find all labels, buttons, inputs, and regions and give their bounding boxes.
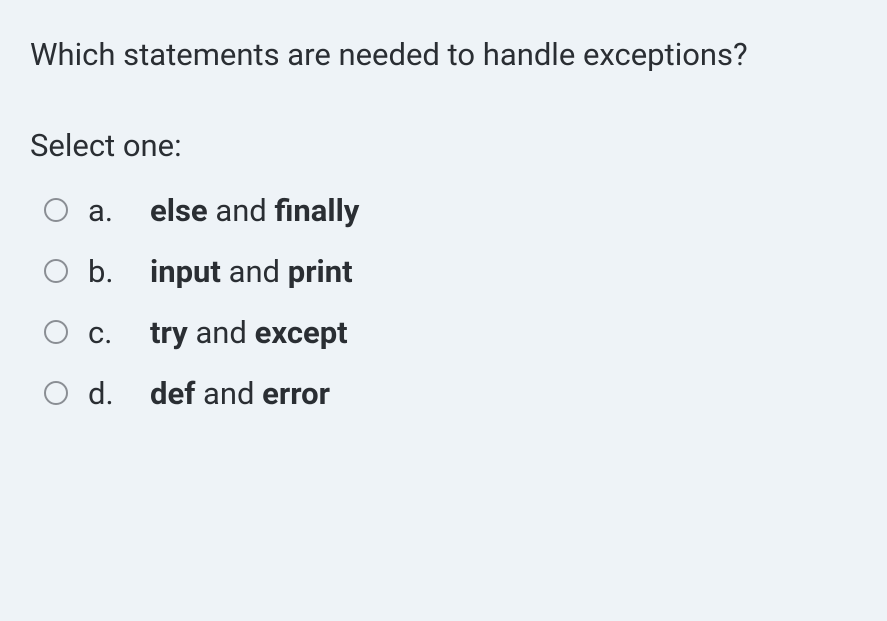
radio-icon[interactable] [44,320,68,344]
question-text: Which statements are needed to handle ex… [30,32,857,79]
select-prompt: Select one: [30,127,857,164]
radio-icon[interactable] [44,381,68,405]
option-letter: d. [88,375,130,412]
option-text: try and except [150,314,348,351]
options-list: a. else and finally b. input and print c… [30,192,857,412]
option-b[interactable]: b. input and print [44,253,857,290]
option-letter: b. [88,253,130,290]
option-letter: a. [88,192,130,229]
radio-icon[interactable] [44,259,68,283]
option-text: input and print [150,253,353,290]
option-letter: c. [88,314,130,351]
option-text: def and error [150,375,330,412]
option-d[interactable]: d. def and error [44,375,857,412]
option-text: else and finally [150,192,359,229]
radio-icon[interactable] [44,198,68,222]
option-c[interactable]: c. try and except [44,314,857,351]
option-a[interactable]: a. else and finally [44,192,857,229]
